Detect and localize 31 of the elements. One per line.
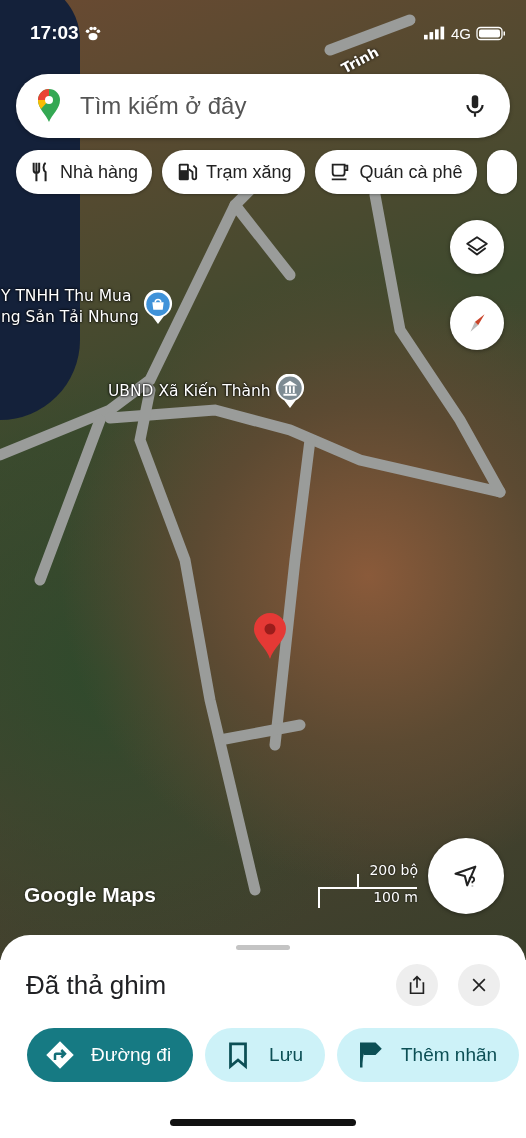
close-button[interactable] [458,964,500,1006]
action-button[interactable]: Đường đi [27,1028,194,1082]
map-pin-logo-icon [36,89,62,123]
drag-handle[interactable] [236,945,290,950]
paw-icon [83,24,102,42]
directions-icon [45,1040,75,1070]
street-label: Trinh [338,43,382,77]
action-button[interactable]: Lưu [205,1028,325,1082]
place-label[interactable]: Y TNHH Thu Mua ng Sản Tải Nhung [1,286,139,328]
search-field[interactable]: Tìm kiếm ở đây [78,91,446,121]
compass-button[interactable] [450,296,504,350]
scale-label: 100 m [373,889,418,905]
scale-label: 200 bộ [369,862,418,878]
map-logo: Google Maps [24,883,156,907]
signal-icon [424,26,446,40]
fuel-pump-icon [176,161,199,183]
category-chip[interactable]: Nhà hàng [16,150,153,194]
status-time: 17:03 [30,22,79,44]
location-button[interactable] [428,838,504,914]
battery-icon [476,25,506,41]
search-bar[interactable]: Tìm kiếm ở đây [16,74,510,138]
category-chip[interactable]: Quán cà phê [315,150,477,194]
sheet-title: Đã thả ghim [26,969,168,1001]
category-chip[interactable] [486,150,517,194]
network-label: 4G [451,24,471,42]
action-button[interactable]: Thêm nhãn [336,1028,520,1082]
layers-button[interactable] [450,220,504,274]
building-pin-icon[interactable] [274,374,305,408]
share-button[interactable] [396,964,438,1006]
shopping-bag-pin-icon[interactable] [142,290,173,324]
category-chip[interactable]: Trạm xăng [162,150,306,194]
